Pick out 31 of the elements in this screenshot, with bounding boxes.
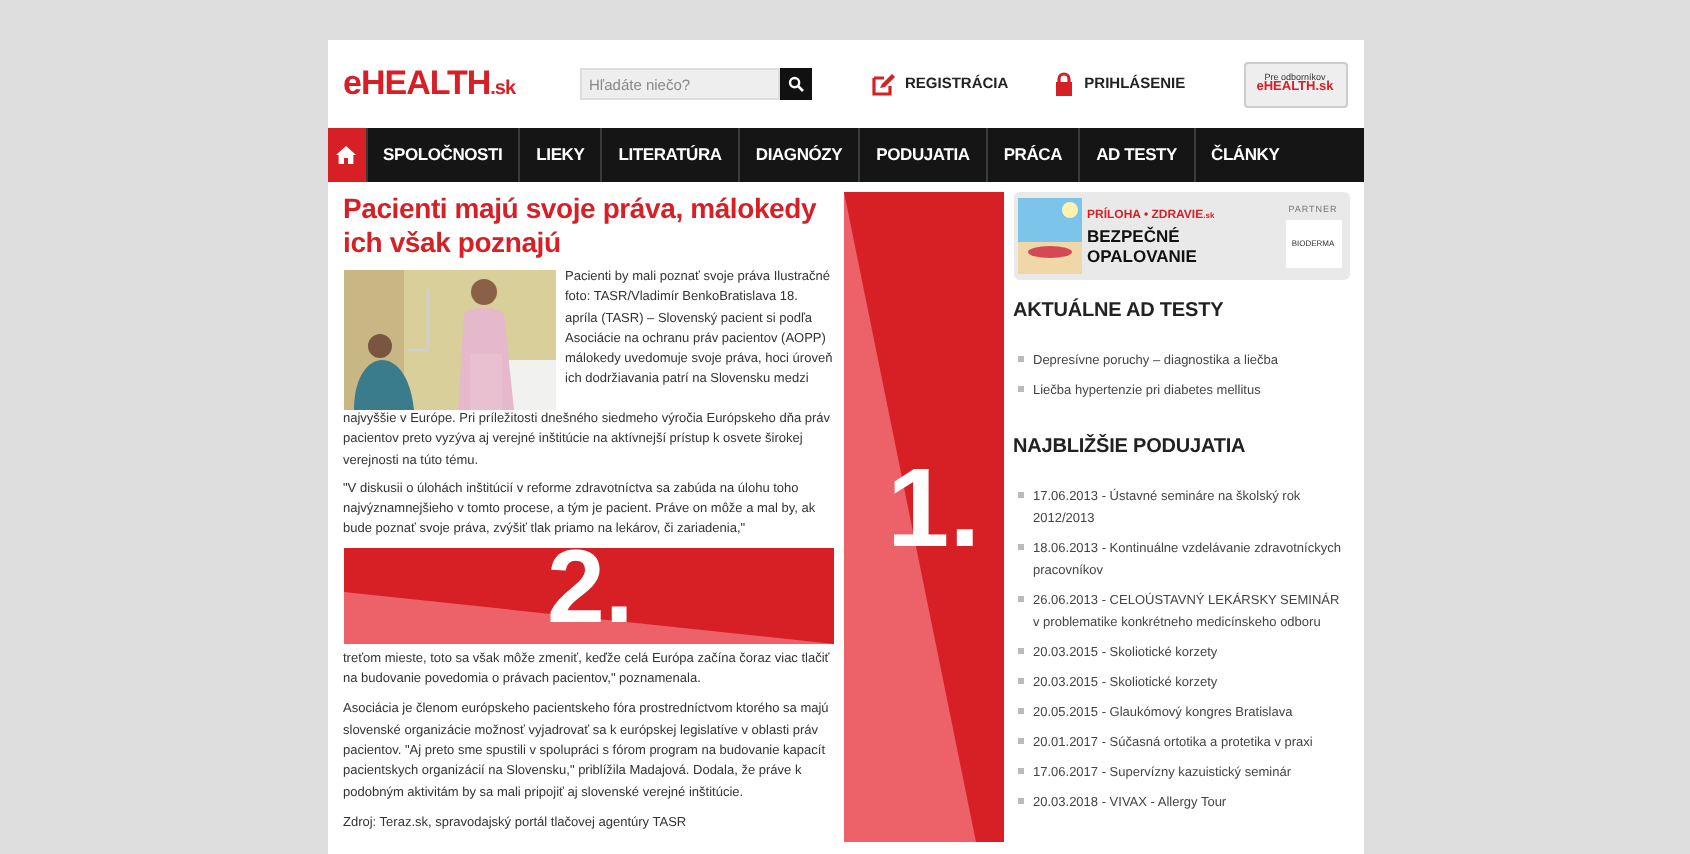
bullet-icon — [1017, 768, 1023, 774]
nav-tab[interactable]: PODUJATIA — [858, 128, 986, 182]
site-logo[interactable]: eHEALTH.sk — [343, 58, 579, 110]
bullet-icon — [1017, 738, 1023, 744]
bullet-icon — [1017, 678, 1023, 684]
nav-tab[interactable]: AD TESTY — [1078, 128, 1193, 182]
bullet-icon — [1017, 386, 1023, 392]
nav-tab[interactable]: LITERATÚRA — [600, 128, 738, 182]
section-heading: NAJBLIŽŠIE PODUJATIA — [1013, 432, 1248, 462]
bullet-icon — [1017, 544, 1023, 550]
nav-tab[interactable]: LIEKY — [518, 128, 601, 182]
section-heading: AKTUÁLNE AD TESTY — [1013, 296, 1226, 326]
nav-tab[interactable]: SPOLOČNOSTI — [365, 128, 519, 182]
lock-icon — [1054, 72, 1075, 96]
home-icon — [336, 146, 356, 164]
bullet-icon — [1017, 596, 1023, 602]
section-number: 1. — [887, 452, 981, 564]
search-icon — [787, 76, 803, 92]
bullet-icon — [1017, 356, 1023, 362]
nav-tab[interactable]: DIAGNÓZY — [737, 128, 859, 182]
edit-icon — [871, 73, 895, 95]
section-number: 2. — [547, 547, 634, 640]
bullet-icon — [1017, 648, 1023, 654]
nav-tab[interactable]: PRÁCA — [985, 128, 1079, 182]
search-button[interactable] — [779, 68, 811, 100]
home-tab[interactable] — [327, 128, 365, 182]
bullet-icon — [1017, 492, 1023, 498]
bullet-icon — [1017, 708, 1023, 714]
article-title: Pacienti majú svoje práva, málokedy ich však poznajú — [343, 192, 819, 260]
nav-tab[interactable]: ČLÁNKY — [1193, 128, 1296, 182]
bullet-icon — [1017, 798, 1023, 804]
